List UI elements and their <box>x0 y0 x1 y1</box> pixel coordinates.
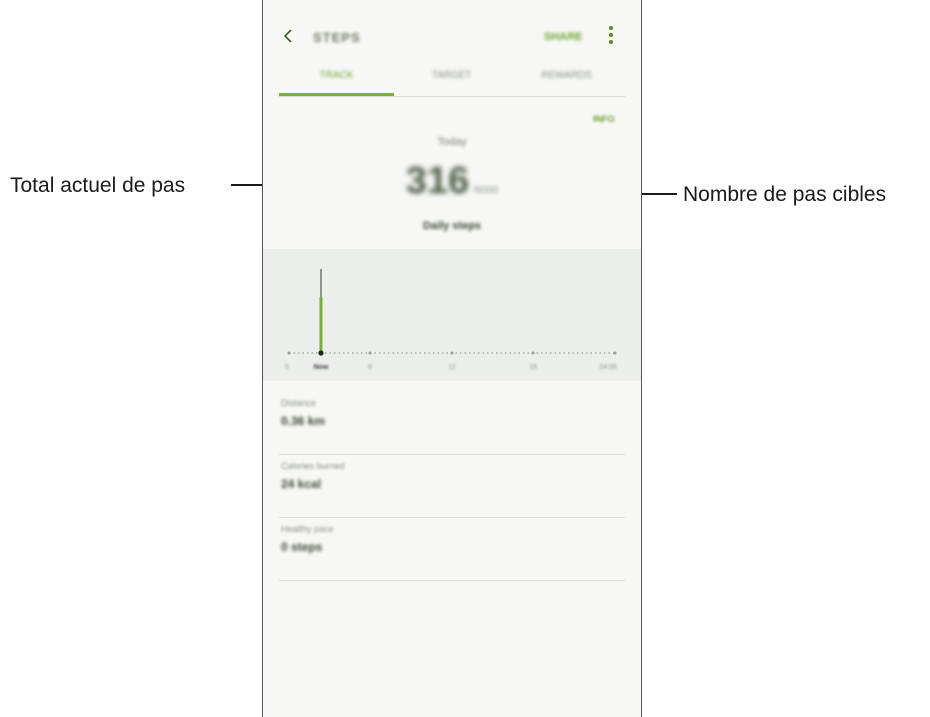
chart-bar-now <box>319 297 323 353</box>
stat-healthy-pace-label: Healthy pace <box>281 524 334 534</box>
tab-target[interactable]: TARGET <box>394 66 509 96</box>
more-options-button[interactable] <box>607 26 615 48</box>
daily-steps-caption: Daily steps <box>422 220 482 232</box>
steps-readout: 316/6000 <box>263 160 641 203</box>
chart-x-tick-label: 24:00 <box>599 364 617 371</box>
stat-distance-label: Distance <box>281 398 317 408</box>
stat-calories-label: Calories burned <box>281 461 345 471</box>
stat-calories: Calories burned 24 kcal <box>279 455 625 518</box>
chart-tick-1 <box>368 351 372 355</box>
stat-healthy-pace-value: 0 steps <box>281 540 323 554</box>
callout-target-steps: Nombre de pas cibles <box>683 183 887 206</box>
back-button[interactable] <box>279 26 299 46</box>
tab-bar: TRACK TARGET REWARDS <box>279 66 625 97</box>
phone-screen: STEPS SHARE TRACK TARGET REWARDS INFO To… <box>262 0 642 717</box>
chart-x-tick-label: 18 <box>529 364 537 371</box>
tab-track[interactable]: TRACK <box>279 66 394 96</box>
app-bar: STEPS SHARE <box>263 0 641 70</box>
share-button[interactable]: SHARE <box>544 31 583 43</box>
steps-chart-svg: 0 Now 6 12 18 24:00 <box>285 269 617 371</box>
chart-x-tick-label: 6 <box>368 364 372 371</box>
more-vertical-icon <box>607 26 615 44</box>
info-link[interactable]: INFO <box>593 114 615 124</box>
stat-distance-value: 0.36 km <box>281 414 326 428</box>
chart-x-tick-label: 0 <box>285 364 289 371</box>
stat-healthy-pace: Healthy pace 0 steps <box>279 518 625 581</box>
chart-tick-4 <box>613 351 617 355</box>
active-tab-indicator <box>279 93 394 96</box>
chart-x-tick-label: 12 <box>448 364 456 371</box>
page-title: STEPS <box>313 30 361 45</box>
chart-tick-2 <box>450 351 454 355</box>
target-steps-value: /6000 <box>473 185 499 196</box>
tab-rewards[interactable]: REWARDS <box>509 66 624 96</box>
chart-tick-0 <box>287 351 291 355</box>
chart-x-tick-label: Now <box>314 364 329 371</box>
steps-chart: 0 Now 6 12 18 24:00 <box>263 249 641 381</box>
chevron-left-icon <box>283 29 292 43</box>
current-steps-value: 316 <box>405 160 470 202</box>
stat-distance: Distance 0.36 km <box>279 392 625 455</box>
callout-current-steps: Total actuel de pas <box>10 174 186 197</box>
chart-now-dot <box>318 350 324 356</box>
stat-calories-value: 24 kcal <box>281 477 322 491</box>
chart-tick-3 <box>531 351 535 355</box>
date-label: Today <box>437 136 467 148</box>
